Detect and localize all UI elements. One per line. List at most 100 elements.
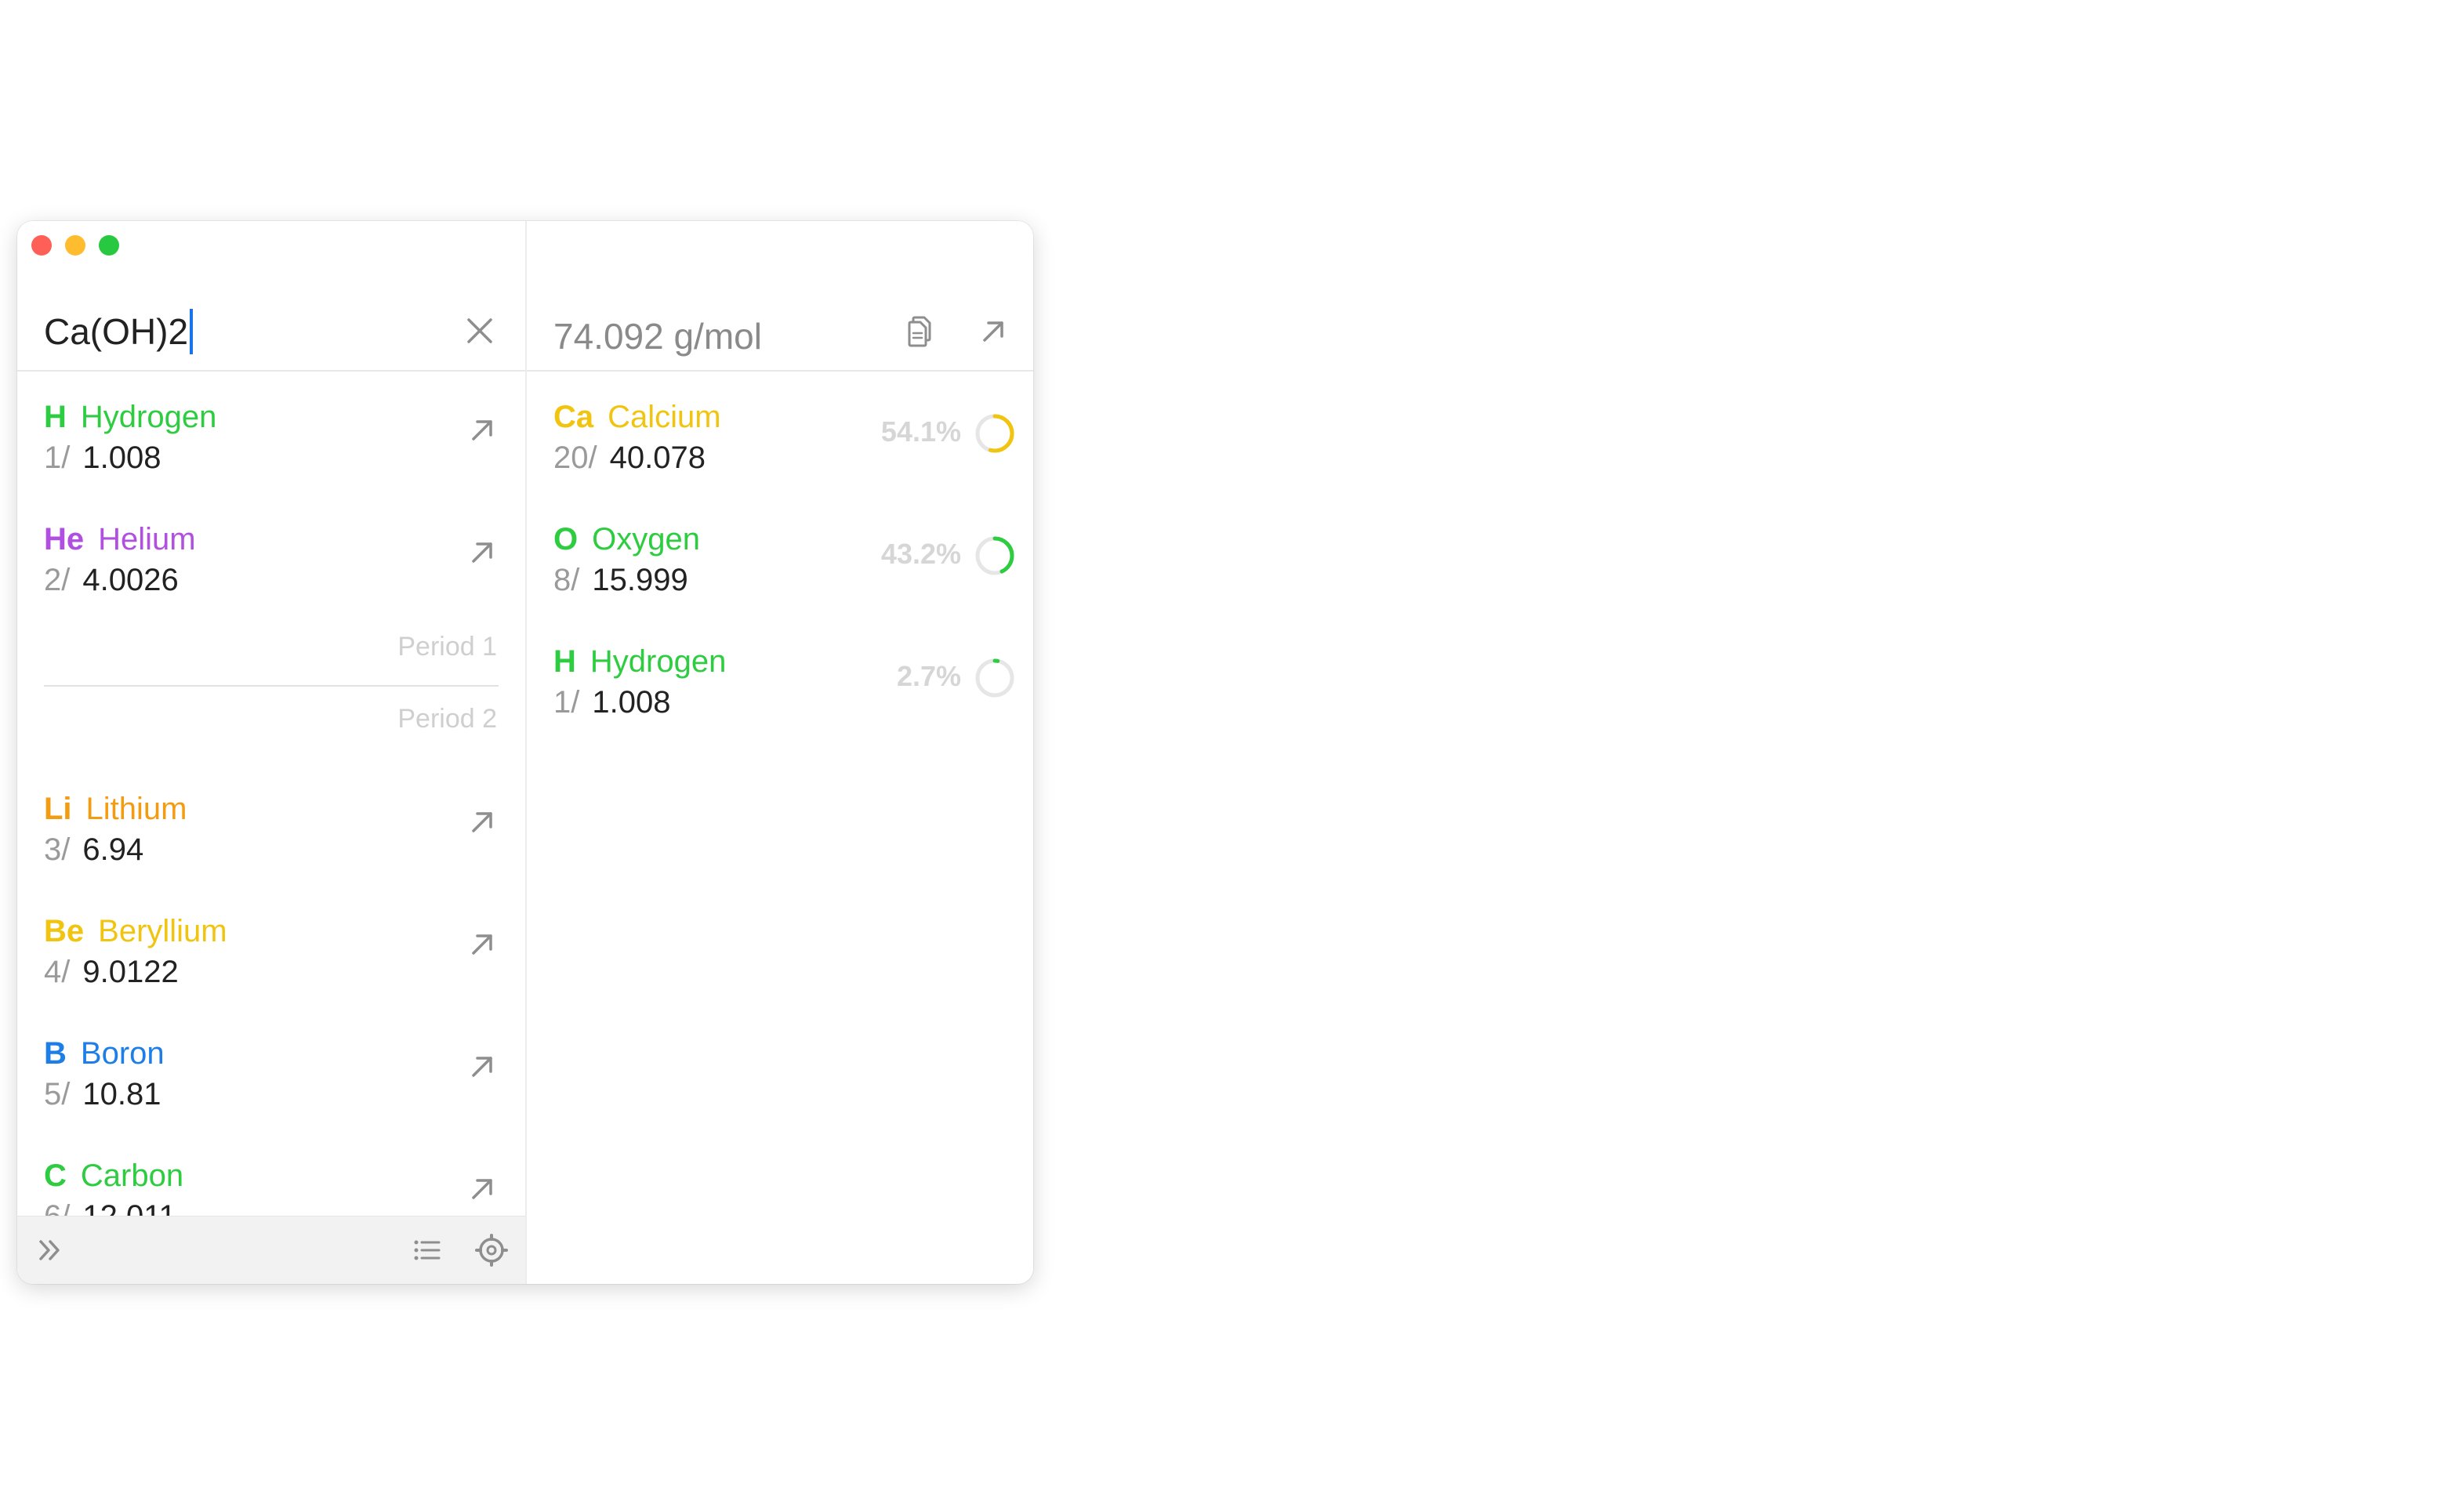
element-name-line: O Oxygen	[553, 522, 700, 557]
atomic-mass: 1.008	[592, 685, 671, 720]
element-name-line: Ca Calcium	[553, 400, 721, 435]
element-name-line: Li Lithium	[44, 792, 187, 827]
atomic-mass: 1.008	[82, 441, 161, 475]
element-mass-line: 8/15.999	[553, 563, 688, 598]
open-external-button[interactable]	[974, 312, 1013, 351]
element-mass-line: 1/1.008	[553, 685, 670, 720]
arrow-up-right-icon	[983, 321, 1003, 342]
sidebar-footer	[17, 1216, 525, 1284]
molar-mass-bar: 74.092 g/mol	[527, 292, 1033, 372]
window-zoom-button[interactable]	[99, 235, 119, 256]
mass-percent: 2.7%	[896, 660, 961, 692]
element-symbol: H	[553, 644, 576, 679]
atomic-number: 4/	[44, 955, 71, 989]
list-view-button[interactable]	[408, 1231, 447, 1270]
atomic-number: 20/	[553, 441, 597, 475]
element-row[interactable]: Li Lithium 3/6.94	[17, 763, 525, 886]
gear-icon	[475, 1234, 508, 1267]
element-symbol: C	[44, 1158, 67, 1193]
element-symbol: H	[44, 400, 67, 434]
composition-row[interactable]: H Hydrogen 1/1.008 2.7%	[527, 616, 1033, 738]
element-symbol: Ca	[553, 400, 594, 434]
element-name-line: He Helium	[44, 522, 196, 557]
element-name-line: Be Beryllium	[44, 914, 227, 949]
mass-percent: 43.2%	[880, 538, 961, 570]
atomic-mass: 6.94	[82, 832, 144, 867]
element-name: Hydrogen	[590, 644, 727, 679]
element-row[interactable]: H Hydrogen 1/1.008	[17, 372, 525, 494]
mass-fraction-ring	[975, 414, 1014, 453]
mass-percent: 54.1%	[880, 415, 961, 448]
period-1-label: Period 1	[397, 632, 497, 662]
element-name-line: C Carbon	[44, 1158, 183, 1194]
atomic-number: 1/	[553, 685, 580, 720]
chevrons-right-icon	[39, 1240, 60, 1260]
element-symbol: Li	[44, 792, 72, 826]
element-symbol: He	[44, 522, 85, 557]
atomic-mass: 9.0122	[82, 955, 179, 989]
open-element-button[interactable]	[463, 1169, 502, 1209]
element-mass-line: 3/6.94	[44, 832, 143, 868]
expand-button[interactable]	[31, 1231, 71, 1270]
period-2-group: Li Lithium 3/6.94 Be Beryllium 4/9.0122 B Boron…	[17, 763, 525, 1216]
element-mass-line: 20/40.078	[553, 441, 706, 476]
composition-list: Ca Calcium 20/40.078 54.1% O Oxygen 8/15.999 43…	[527, 372, 1033, 738]
element-name-line: B Boron	[44, 1036, 165, 1071]
open-element-button[interactable]	[463, 533, 502, 572]
molar-mass-value: 74.092 g/mol	[553, 316, 762, 357]
period-separator: Period 1 Period 2	[17, 616, 525, 763]
close-icon	[467, 318, 492, 343]
period-1-group: H Hydrogen 1/1.008 He Helium 2/4.0026	[17, 372, 525, 616]
atomic-number: 6/	[44, 1199, 71, 1216]
window-minimize-button[interactable]	[65, 235, 85, 256]
element-row[interactable]: He Helium 2/4.0026	[17, 494, 525, 616]
element-mass-line: 6/12.011	[44, 1199, 176, 1216]
arrow-up-right-icon	[472, 1179, 492, 1199]
settings-button[interactable]	[472, 1231, 511, 1270]
app-window: H Hydrogen 1/1.008 He Helium 2/4.0026 Period …	[17, 221, 1033, 1284]
element-name-line: H Hydrogen	[44, 400, 216, 435]
element-name: Oxygen	[592, 522, 700, 557]
open-element-button[interactable]	[463, 411, 502, 450]
open-element-button[interactable]	[463, 803, 502, 842]
formula-input[interactable]	[44, 309, 452, 354]
atomic-number: 5/	[44, 1077, 71, 1111]
atomic-mass: 10.81	[82, 1077, 161, 1111]
element-name: Beryllium	[98, 914, 227, 948]
atomic-mass: 15.999	[592, 563, 688, 597]
element-row[interactable]: Be Beryllium 4/9.0122	[17, 886, 525, 1008]
element-name: Boron	[80, 1036, 165, 1071]
element-row[interactable]: B Boron 5/10.81	[17, 1008, 525, 1130]
atomic-number: 8/	[553, 563, 580, 597]
sidebar: H Hydrogen 1/1.008 He Helium 2/4.0026 Period …	[17, 221, 527, 1284]
open-element-button[interactable]	[463, 925, 502, 964]
element-name: Calcium	[608, 400, 721, 434]
composition-row[interactable]: O Oxygen 8/15.999 43.2%	[527, 494, 1033, 616]
list-icon	[414, 1240, 441, 1260]
copy-icon	[908, 316, 931, 347]
period-2-label: Period 2	[397, 704, 497, 734]
mass-fraction-ring	[975, 536, 1014, 575]
divider	[44, 685, 499, 687]
element-mass-line: 2/4.0026	[44, 563, 179, 598]
copy-button[interactable]	[900, 312, 939, 351]
clear-button[interactable]	[461, 312, 499, 350]
atomic-mass: 12.011	[82, 1199, 176, 1216]
formula-search-bar	[17, 292, 525, 372]
composition-row[interactable]: Ca Calcium 20/40.078 54.1%	[527, 372, 1033, 494]
arrow-up-right-icon	[472, 812, 492, 832]
arrow-up-right-icon	[472, 542, 492, 563]
arrow-up-right-icon	[472, 934, 492, 955]
element-name: Hydrogen	[80, 400, 217, 434]
element-symbol: Be	[44, 914, 85, 948]
atomic-number: 1/	[44, 441, 71, 475]
open-element-button[interactable]	[463, 1047, 502, 1086]
element-row[interactable]: C Carbon 6/12.011	[17, 1130, 525, 1216]
atomic-number: 2/	[44, 563, 71, 597]
window-close-button[interactable]	[31, 235, 52, 256]
atomic-mass: 4.0026	[82, 563, 179, 597]
element-name-line: H Hydrogen	[553, 644, 726, 680]
element-mass-line: 1/1.008	[44, 441, 161, 476]
window-controls	[31, 235, 119, 256]
element-name: Helium	[98, 522, 196, 557]
